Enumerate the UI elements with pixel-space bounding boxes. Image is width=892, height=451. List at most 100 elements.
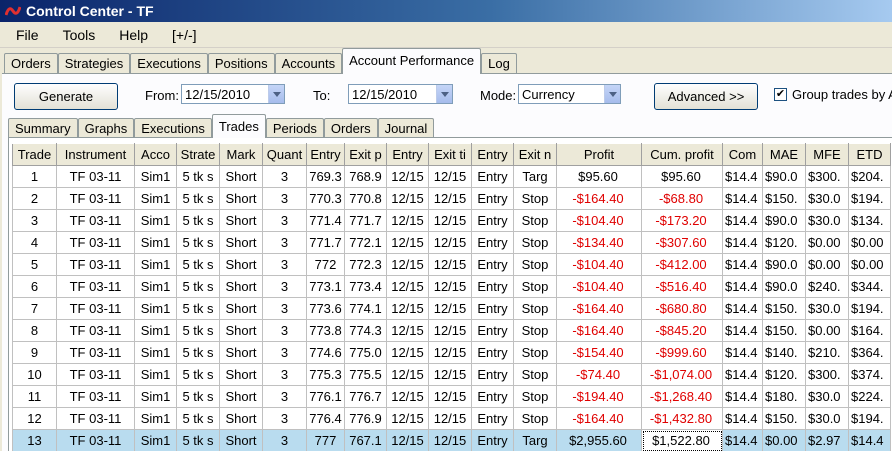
table-cell: TF 03-11: [56, 275, 135, 298]
column-header[interactable]: Exit p: [344, 143, 387, 166]
tab-executions-sub[interactable]: Executions: [134, 118, 212, 138]
table-row[interactable]: 11 TF 03-11 Sim1 5 tk s Short 3 776.1 776.7 12/1…: [12, 385, 891, 408]
table-row[interactable]: 10 TF 03-11 Sim1 5 tk s Short 3 775.3 775.5 12/1…: [12, 363, 891, 386]
table-cell: TF 03-11: [56, 253, 135, 276]
table-cell: Sim1: [134, 363, 177, 386]
table-row[interactable]: 13 TF 03-11 Sim1 5 tk s Short 3 777 767.1 12/15 1…: [12, 429, 891, 451]
from-date-value: 12/15/2010: [185, 86, 251, 102]
tab-graphs[interactable]: Graphs: [77, 118, 135, 138]
column-header[interactable]: MAE: [762, 143, 806, 166]
table-cell: Short: [219, 231, 263, 254]
tab-summary[interactable]: Summary: [8, 118, 78, 138]
tab-strategies[interactable]: Strategies: [57, 53, 131, 74]
column-header[interactable]: MFE: [805, 143, 849, 166]
column-header[interactable]: Strate: [176, 143, 220, 166]
table-cell: 5 tk s: [176, 275, 220, 298]
advanced-button[interactable]: Advanced >>: [654, 83, 758, 110]
table-cell: $30.0: [805, 187, 849, 210]
column-header[interactable]: Exit ti: [428, 143, 472, 166]
table-cell: $90.0: [762, 253, 806, 276]
table-row[interactable]: 4 TF 03-11 Sim1 5 tk s Short 3 771.7 772.1 12/15…: [12, 231, 891, 254]
table-cell: Stop: [513, 231, 557, 254]
menu-help[interactable]: Help: [111, 27, 156, 43]
from-date-select[interactable]: 12/15/2010: [181, 84, 285, 104]
table-cell: Entry: [471, 231, 514, 254]
column-header[interactable]: Exit n: [513, 143, 557, 166]
mode-select[interactable]: Currency: [518, 84, 621, 104]
column-header[interactable]: Entry: [306, 143, 345, 166]
tab-periods[interactable]: Periods: [265, 118, 324, 138]
table-cell: 12/15: [386, 209, 429, 232]
table-cell: $14.4: [722, 341, 763, 364]
table-cell: 12/15: [428, 253, 472, 276]
table-row[interactable]: 3 TF 03-11 Sim1 5 tk s Short 3 771.4 771.7 12/15…: [12, 209, 891, 232]
column-header[interactable]: Quant: [262, 143, 307, 166]
table-cell: 12/15: [428, 407, 472, 430]
table-cell: -$104.40: [556, 253, 642, 276]
table-cell: Stop: [513, 253, 557, 276]
table-row[interactable]: 7 TF 03-11 Sim1 5 tk s Short 3 773.6 774.1 12/15…: [12, 297, 891, 320]
tab-trades[interactable]: Trades: [211, 114, 266, 138]
table-cell: Stop: [513, 275, 557, 298]
table-cell: 1: [12, 165, 57, 188]
table-cell: -$1,268.40: [641, 385, 723, 408]
column-header[interactable]: Acco: [134, 143, 177, 166]
tab-executions[interactable]: Executions: [130, 53, 208, 74]
table-cell: Stop: [513, 341, 557, 364]
tab-orders-sub[interactable]: Orders: [323, 118, 378, 138]
table-row[interactable]: 2 TF 03-11 Sim1 5 tk s Short 3 770.3 770.8 12/15…: [12, 187, 891, 210]
column-header[interactable]: Instrument: [56, 143, 135, 166]
column-header[interactable]: Trade: [12, 143, 57, 166]
table-row[interactable]: 1 TF 03-11 Sim1 5 tk s Short 3 769.3 768.9 12/15…: [12, 165, 891, 188]
table-cell: 12/15: [386, 429, 429, 451]
table-cell: $14.4: [722, 209, 763, 232]
table-cell: $194.: [848, 297, 891, 320]
table-cell: $194.: [848, 407, 891, 430]
table-cell: Entry: [471, 407, 514, 430]
table-cell: 772: [306, 253, 345, 276]
tab-accounts[interactable]: Accounts: [274, 53, 343, 74]
column-header[interactable]: Mark: [219, 143, 263, 166]
to-label: To:: [313, 88, 331, 103]
table-row[interactable]: 9 TF 03-11 Sim1 5 tk s Short 3 774.6 775.0 12/15…: [12, 341, 891, 364]
column-header[interactable]: ETD: [848, 143, 891, 166]
table-cell: Short: [219, 275, 263, 298]
table-cell: Stop: [513, 187, 557, 210]
table-cell: $344.: [848, 275, 891, 298]
menu-tools[interactable]: Tools: [55, 27, 104, 43]
table-cell: $14.4: [722, 297, 763, 320]
table-cell: -$154.40: [556, 341, 642, 364]
table-cell: $14.4: [848, 429, 891, 451]
to-date-select[interactable]: 12/15/2010: [348, 84, 453, 104]
table-cell: Stop: [513, 209, 557, 232]
table-cell: $2.97: [805, 429, 849, 451]
table-cell: 7: [12, 297, 57, 320]
table-cell: 5: [12, 253, 57, 276]
chevron-down-icon[interactable]: [268, 85, 284, 103]
table-cell: 774.3: [344, 319, 387, 342]
table-cell: 12/15: [386, 363, 429, 386]
tab-positions[interactable]: Positions: [207, 53, 275, 74]
column-header[interactable]: Com: [722, 143, 763, 166]
column-header[interactable]: Cum. profit: [641, 143, 723, 166]
tab-orders[interactable]: Orders: [4, 53, 58, 74]
table-cell: $364.: [848, 341, 891, 364]
table-row[interactable]: 12 TF 03-11 Sim1 5 tk s Short 3 776.4 776.9 12/1…: [12, 407, 891, 430]
chevron-down-icon[interactable]: [436, 85, 452, 103]
column-header[interactable]: Entry: [386, 143, 429, 166]
table-cell: 768.9: [344, 165, 387, 188]
table-row[interactable]: 6 TF 03-11 Sim1 5 tk s Short 3 773.1 773.4 12/15…: [12, 275, 891, 298]
generate-button[interactable]: Generate: [14, 83, 118, 110]
table-row[interactable]: 8 TF 03-11 Sim1 5 tk s Short 3 773.8 774.3 12/15…: [12, 319, 891, 342]
group-trades-checkbox[interactable]: ✔: [774, 88, 787, 101]
column-header[interactable]: Entry: [471, 143, 514, 166]
table-row[interactable]: 5 TF 03-11 Sim1 5 tk s Short 3 772 772.3 12/15 12…: [12, 253, 891, 276]
chevron-down-icon[interactable]: [604, 85, 620, 103]
menu-file[interactable]: File: [8, 27, 47, 43]
table-cell: 5 tk s: [176, 429, 220, 451]
tab-log[interactable]: Log: [481, 53, 517, 74]
column-header[interactable]: Profit: [556, 143, 642, 166]
menu-toggle[interactable]: [+/-]: [164, 27, 205, 43]
tab-journal[interactable]: Journal: [377, 118, 435, 138]
tab-account-performance[interactable]: Account Performance: [342, 48, 482, 74]
